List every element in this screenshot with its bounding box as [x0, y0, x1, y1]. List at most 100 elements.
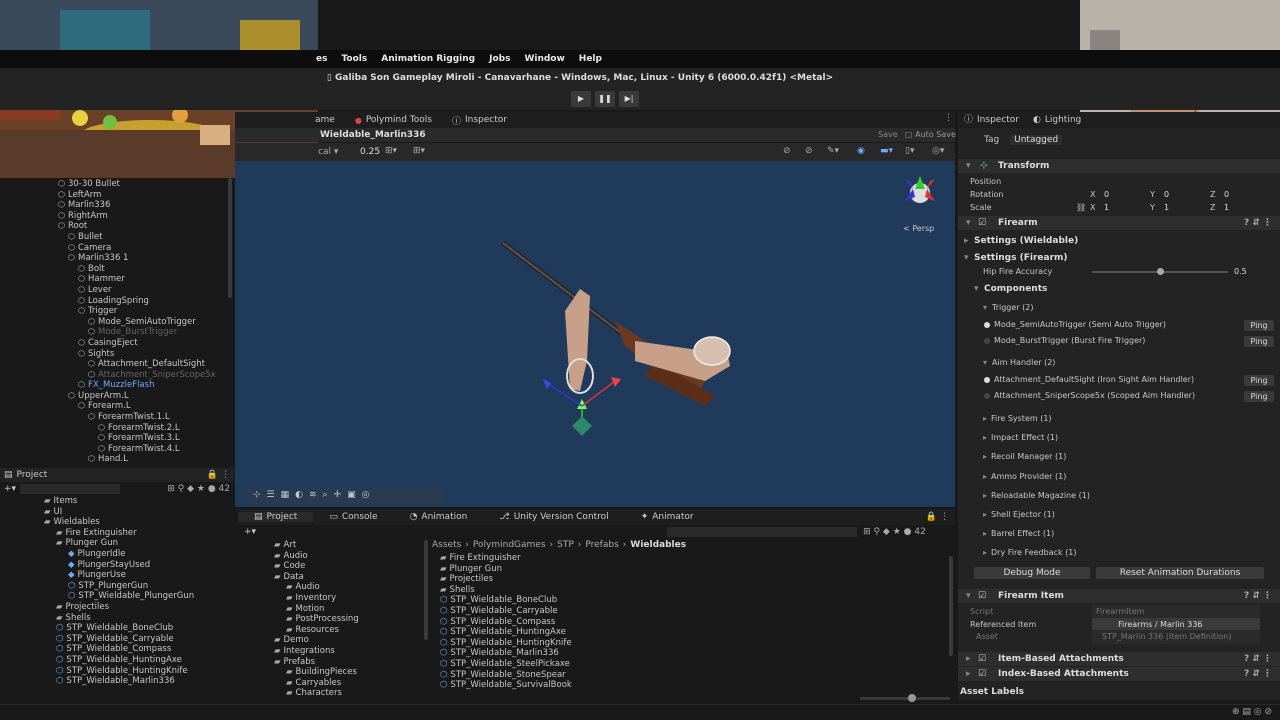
component-foldout[interactable]: ▸ Impact Effect (1) — [958, 431, 1280, 445]
project-item[interactable]: ▰ Shells — [0, 613, 234, 624]
folder-tree-item[interactable]: ▰ Audio — [238, 582, 428, 593]
asset-search-input[interactable] — [667, 527, 858, 537]
aim-option-1[interactable]: Attachment_DefaultSight (Iron Sight Aim … — [958, 373, 1280, 387]
save-button[interactable]: Save — [878, 130, 898, 139]
aim-handler-foldout[interactable]: ▾ Aim Handler (2) — [958, 356, 1280, 370]
custom-tool-icon[interactable]: ▣ — [347, 490, 356, 502]
project-item[interactable]: ⬡ STP_Wieldable_HuntingKnife — [0, 666, 234, 677]
tab-menu-icon[interactable]: ⋮ — [944, 113, 953, 123]
hierarchy-item[interactable]: ⬡ 30-30 Bullet — [0, 179, 234, 190]
breadcrumb-segment[interactable]: STP — [557, 540, 574, 552]
scale-tool-icon[interactable]: ◐ — [295, 490, 303, 502]
hierarchy-item[interactable]: ⬡ Hammer — [0, 274, 234, 285]
trigger-option-2[interactable]: Mode_BurstTrigger (Burst Fire Trigger) P… — [958, 334, 1280, 348]
rot-x-field[interactable]: 0 — [1104, 188, 1109, 202]
component-menu-icons[interactable]: ? ⇵ ⋮ — [1244, 216, 1272, 230]
folder-tree-item[interactable]: ▰ Motion — [238, 604, 428, 615]
panel-menu-icon[interactable]: 🔒 ⋮ — [207, 470, 234, 480]
project-item[interactable]: ⬡ STP_Wieldable_Compass — [0, 644, 234, 655]
tab-console[interactable]: ▭ Console — [313, 512, 393, 522]
component-foldout[interactable]: ▸ Recoil Manager (1) — [958, 450, 1280, 464]
auto-save-toggle[interactable]: ▢ Auto Save — [905, 130, 956, 139]
hierarchy-item[interactable]: ⬡ Hand.L — [0, 454, 234, 465]
project-title[interactable]: Project — [17, 470, 48, 480]
components-foldout[interactable]: ▾ Components — [958, 282, 1280, 296]
search-tool-icon[interactable]: ⌕ — [323, 490, 328, 502]
hierarchy-item[interactable]: ⬡ UpperArm.L — [0, 391, 234, 402]
radio-selected-icon[interactable] — [984, 376, 990, 383]
breadcrumb-segment[interactable]: Prefabs — [585, 540, 618, 552]
gizmos-icon[interactable]: ◎▾ — [932, 146, 944, 156]
tab-inspector[interactable]: ⓘ Inspector — [964, 113, 1019, 127]
project-item[interactable]: ⬡ STP_Wieldable_BoneClub — [0, 623, 234, 634]
folder-tree-item[interactable]: ▰ Demo — [238, 635, 428, 646]
hierarchy-item[interactable]: ⬡ Bolt — [0, 264, 234, 275]
hierarchy-item[interactable]: ⬡ Mode_SemiAutoTrigger — [0, 317, 234, 328]
folder-tree-item[interactable]: ▰ BuildingPieces — [238, 667, 428, 678]
hierarchy-item[interactable]: ⬡ Root — [0, 221, 234, 232]
asset-labels[interactable]: Asset Labels — [958, 685, 1280, 699]
hierarchy-item[interactable]: ⬡ Lever — [0, 285, 234, 296]
size-slider-handle[interactable] — [908, 694, 916, 702]
folder-tree-item[interactable]: ▰ Resources — [238, 625, 428, 636]
hierarchy-item[interactable]: ⬡ Camera — [0, 243, 234, 254]
project-item[interactable]: ⬡ STP_Wieldable_Marlin336 — [0, 676, 234, 687]
panel-lock-icon[interactable]: 🔒 ⋮ — [926, 512, 955, 522]
project-item[interactable]: ⬡ STP_Wieldable_PlungerGun — [0, 591, 234, 602]
component-foldout[interactable]: ▸ Shell Ejector (1) — [958, 508, 1280, 522]
tag-dropdown[interactable]: Untagged — [1010, 135, 1063, 145]
folder-tree-item[interactable]: ▰ Audio — [238, 551, 428, 562]
menu-item-help[interactable]: Help — [579, 54, 602, 64]
breadcrumb-segment[interactable]: PolymindGames — [473, 540, 546, 552]
play-button[interactable]: ▶ — [571, 91, 591, 107]
tab-inspector-secondary[interactable]: ⓘ Inspector — [452, 114, 507, 127]
hierarchy-item[interactable]: ⬡ Attachment_SniperScope5x — [0, 370, 234, 381]
settings-wieldable-foldout[interactable]: ▸ Settings (Wieldable) — [958, 234, 1280, 248]
menu-item-window[interactable]: Window — [524, 54, 564, 64]
hierarchy-item[interactable]: ⬡ ForearmTwist.4.L — [0, 444, 234, 455]
rot-y-field[interactable]: 0 — [1164, 188, 1169, 202]
asset-filter-icons[interactable]: ⊞ ⚲ ◆ ★ ● 42 — [863, 527, 926, 537]
asset-item[interactable]: ⬡ STP_Wieldable_StoneSpear — [440, 670, 740, 681]
project-item[interactable]: ▰ Plunger Gun — [0, 538, 234, 549]
add-asset-icon[interactable]: +▾ — [244, 527, 256, 537]
transform-tool-icon[interactable]: ✛ — [334, 490, 342, 502]
hip-fire-value[interactable]: 0.5 — [1234, 265, 1247, 279]
breadcrumb-segment[interactable]: Assets — [432, 540, 461, 552]
project-item[interactable]: ◆ PlungerIdle — [0, 549, 234, 560]
grid-icon[interactable]: ⊞▾ — [385, 146, 397, 156]
rot-z-field[interactable]: 0 — [1224, 188, 1229, 202]
asset-item[interactable]: ▰ Fire Extinguisher — [440, 553, 740, 564]
index-based-attachments-header[interactable]: ▸ ☑ Index-Based Attachments ? ⇵ ⋮ — [958, 667, 1280, 681]
scale-y-label[interactable]: Y — [1150, 201, 1155, 215]
project-item[interactable]: ⬡ STP_Wieldable_HuntingAxe — [0, 655, 234, 666]
menu-item-jobs[interactable]: Jobs — [489, 54, 510, 64]
tab-animator[interactable]: ✦ Animator — [625, 512, 710, 522]
status-icons[interactable]: ⊕ ▤ ◎ ⊘ — [1232, 707, 1272, 717]
asset-item[interactable]: ⬡ STP_Wieldable_Compass — [440, 617, 740, 628]
project-item[interactable]: ▰ Projectiles — [0, 602, 234, 613]
hierarchy-item[interactable]: ⬡ Bullet — [0, 232, 234, 243]
tab-animation[interactable]: ◔ Animation — [394, 512, 484, 522]
asset-item[interactable]: ⬡ STP_Wieldable_HuntingAxe — [440, 627, 740, 638]
hierarchy-item[interactable]: ⬡ RightArm — [0, 211, 234, 222]
project-item[interactable]: ⬡ STP_PlungerGun — [0, 581, 234, 592]
transform-header[interactable]: ▾ ⊹ Transform — [958, 159, 1280, 173]
rotate-tool-icon[interactable]: ▦ — [281, 490, 290, 502]
hierarchy-item[interactable]: ⬡ Trigger — [0, 306, 234, 317]
ping-button-aim-2[interactable]: Ping — [1244, 391, 1274, 402]
folder-tree-item[interactable]: ▰ Code — [238, 561, 428, 572]
scene-3d-view[interactable] — [235, 161, 955, 507]
component-checkbox[interactable]: ☑ — [978, 216, 986, 230]
asset-item[interactable]: ▰ Plunger Gun — [440, 564, 740, 575]
tab-version-control[interactable]: ⎇ Unity Version Control — [483, 512, 624, 522]
project-item[interactable]: ▰ Fire Extinguisher — [0, 528, 234, 539]
folder-tree-item[interactable]: ▰ Integrations — [238, 646, 428, 657]
hierarchy-item[interactable]: ⬡ LeftArm — [0, 190, 234, 201]
hip-fire-slider-handle[interactable] — [1157, 268, 1164, 275]
move-tool-icon[interactable]: ☰ — [267, 490, 275, 502]
menu-item-tools[interactable]: Tools — [341, 54, 367, 64]
hierarchy-item[interactable]: ⬡ CasingEject — [0, 338, 234, 349]
folder-scrollbar[interactable] — [424, 540, 428, 640]
asset-item[interactable]: ⬡ STP_Wieldable_SurvivalBook — [440, 680, 740, 691]
